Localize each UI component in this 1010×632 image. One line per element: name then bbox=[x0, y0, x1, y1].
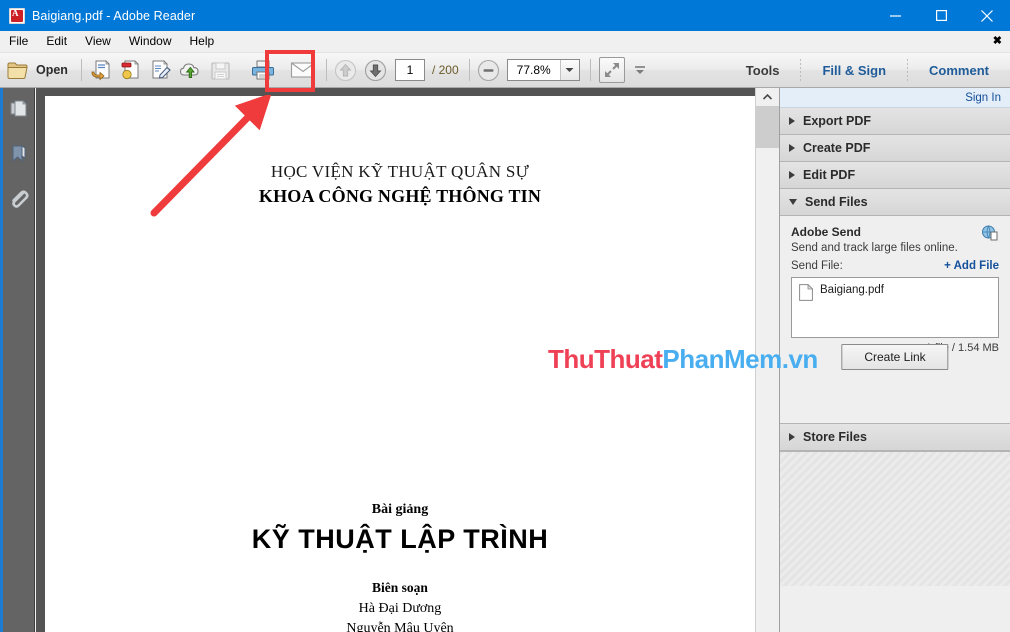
send-file-row: Send File: + Add File bbox=[791, 260, 999, 272]
menu-item-window[interactable]: Window bbox=[120, 32, 181, 52]
upload-cloud-icon[interactable] bbox=[176, 55, 206, 85]
comment-tab[interactable]: Comment bbox=[916, 63, 1002, 78]
print-icon[interactable] bbox=[248, 55, 278, 85]
panel-section-edit-pdf[interactable]: Edit PDF bbox=[780, 162, 1010, 189]
next-page-icon[interactable] bbox=[361, 55, 391, 85]
send-file-name: Baigiang.pdf bbox=[820, 284, 884, 296]
send-file-list[interactable]: Baigiang.pdf bbox=[791, 277, 999, 338]
open-folder-icon bbox=[7, 62, 28, 79]
doc-subtitle: Bài giảng bbox=[371, 502, 429, 517]
adobe-send-heading: Adobe Send bbox=[791, 225, 862, 239]
bookmark-icon bbox=[12, 145, 26, 163]
page-total-label: / 200 bbox=[431, 63, 459, 77]
panel-section-label: Export PDF bbox=[803, 114, 872, 128]
document-viewport[interactable]: HỌC VIỆN KỸ THUẬT QUÂN SỰ KHOA CÔNG NGHỆ… bbox=[36, 88, 755, 632]
page-number-input[interactable]: 1 bbox=[394, 59, 425, 81]
tools-tab[interactable]: Tools bbox=[733, 63, 793, 78]
tab-separator-1 bbox=[800, 59, 802, 81]
window-controls bbox=[872, 0, 1010, 31]
save-icon bbox=[206, 55, 236, 85]
toolbar-separator bbox=[80, 59, 82, 81]
chevron-right-icon bbox=[789, 433, 795, 441]
panel-section-label: Store Files bbox=[803, 430, 867, 444]
send-files-body: Adobe Send Send and track large files on… bbox=[780, 216, 1010, 424]
email-icon[interactable] bbox=[288, 55, 318, 85]
open-button-label: Open bbox=[36, 63, 68, 77]
edit-pdf-icon[interactable] bbox=[146, 55, 176, 85]
chevron-right-icon bbox=[789, 117, 795, 125]
toolbar-right-tabs: Tools Fill & Sign Comment bbox=[733, 53, 1010, 88]
adobe-send-cloud-icon bbox=[981, 225, 999, 246]
panel-section-store-files[interactable]: Store Files bbox=[780, 424, 1010, 451]
toolbar-separator-2 bbox=[325, 59, 327, 81]
pdf-file-icon bbox=[9, 7, 25, 24]
main-toolbar: Open 1 / 200 77.8% Tools Fill & Sign Com… bbox=[0, 53, 1010, 88]
zoom-level-value: 77.8% bbox=[516, 63, 551, 77]
panel-section-export-pdf[interactable]: Export PDF bbox=[780, 108, 1010, 135]
adobe-reader-window: Baigiang.pdf - Adobe Reader File Edit Vi… bbox=[0, 0, 1010, 632]
panel-section-label: Send Files bbox=[805, 195, 868, 209]
sidebar-item-page-thumbnails[interactable] bbox=[3, 88, 35, 132]
menu-item-view[interactable]: View bbox=[76, 32, 120, 52]
toolbar-separator-4 bbox=[589, 59, 591, 81]
chevron-right-icon bbox=[789, 171, 795, 179]
pdf-page: HỌC VIỆN KỸ THUẬT QUÂN SỰ KHOA CÔNG NGHỆ… bbox=[45, 96, 755, 632]
tools-panel: Sign In Export PDF Create PDF Edit PDF S… bbox=[779, 88, 1010, 632]
doc-header-line2: KHOA CÔNG NGHỆ THÔNG TIN bbox=[258, 186, 542, 206]
doc-title: KỸ THUẬT LẬP TRÌNH bbox=[251, 524, 549, 554]
menubar-close-icon[interactable]: ✖ bbox=[993, 35, 1002, 47]
panel-section-label: Edit PDF bbox=[803, 168, 856, 182]
zoom-level-control[interactable]: 77.8% bbox=[506, 59, 580, 81]
scrollbar-thumb[interactable] bbox=[756, 106, 779, 148]
doc-byline: Biên soạn bbox=[372, 580, 428, 595]
fill-sign-tab[interactable]: Fill & Sign bbox=[809, 63, 899, 78]
document-scrollbar[interactable] bbox=[755, 88, 779, 632]
zoom-dropdown-icon[interactable] bbox=[559, 60, 579, 80]
menu-bar: File Edit View Window Help ✖ bbox=[0, 31, 1010, 53]
file-icon bbox=[799, 284, 813, 301]
adobe-send-description: Send and track large files online. bbox=[791, 242, 958, 254]
panel-empty-area bbox=[780, 451, 1010, 586]
title-bar: Baigiang.pdf - Adobe Reader bbox=[0, 0, 1010, 31]
open-button[interactable]: Open bbox=[0, 54, 77, 87]
pages-icon bbox=[10, 100, 27, 117]
doc-author-1: Hà Đại Dương bbox=[358, 601, 442, 616]
chevron-right-icon bbox=[789, 144, 795, 152]
paperclip-icon bbox=[12, 190, 29, 208]
fit-page-icon[interactable] bbox=[598, 57, 625, 83]
sidebar-item-bookmarks[interactable] bbox=[3, 132, 35, 176]
menu-item-edit[interactable]: Edit bbox=[37, 32, 76, 52]
scroll-up-icon[interactable] bbox=[756, 88, 779, 106]
add-file-link[interactable]: + Add File bbox=[944, 260, 999, 272]
create-link-button[interactable]: Create Link bbox=[841, 344, 949, 370]
menu-item-file[interactable]: File bbox=[0, 32, 37, 52]
send-file-label: Send File: bbox=[791, 260, 843, 272]
window-title: Baigiang.pdf - Adobe Reader bbox=[32, 8, 196, 23]
doc-header-line1: HỌC VIỆN KỸ THUẬT QUÂN SỰ bbox=[270, 162, 530, 181]
tab-separator-2 bbox=[907, 59, 909, 81]
panel-section-label: Create PDF bbox=[803, 141, 871, 155]
toolbar-separator-3 bbox=[468, 59, 470, 81]
minimize-button[interactable] bbox=[872, 0, 918, 31]
zoom-out-icon[interactable] bbox=[474, 55, 504, 85]
panel-section-send-files[interactable]: Send Files bbox=[780, 189, 1010, 216]
panel-section-create-pdf[interactable]: Create PDF bbox=[780, 135, 1010, 162]
combine-files-icon[interactable] bbox=[116, 55, 146, 85]
chevron-down-icon bbox=[789, 199, 797, 205]
previous-page-icon[interactable] bbox=[331, 55, 361, 85]
maximize-button[interactable] bbox=[918, 0, 964, 31]
view-dropdown-icon[interactable] bbox=[625, 55, 655, 85]
doc-author-2: Nguyễn Mậu Uyên bbox=[346, 621, 454, 632]
create-pdf-icon[interactable] bbox=[86, 55, 116, 85]
navigation-rail bbox=[0, 88, 35, 632]
menu-item-help[interactable]: Help bbox=[181, 32, 224, 52]
sign-in-link[interactable]: Sign In bbox=[965, 92, 1001, 104]
sign-in-bar: Sign In bbox=[780, 88, 1010, 108]
close-button[interactable] bbox=[964, 0, 1010, 31]
sidebar-item-attachments[interactable] bbox=[3, 176, 35, 220]
